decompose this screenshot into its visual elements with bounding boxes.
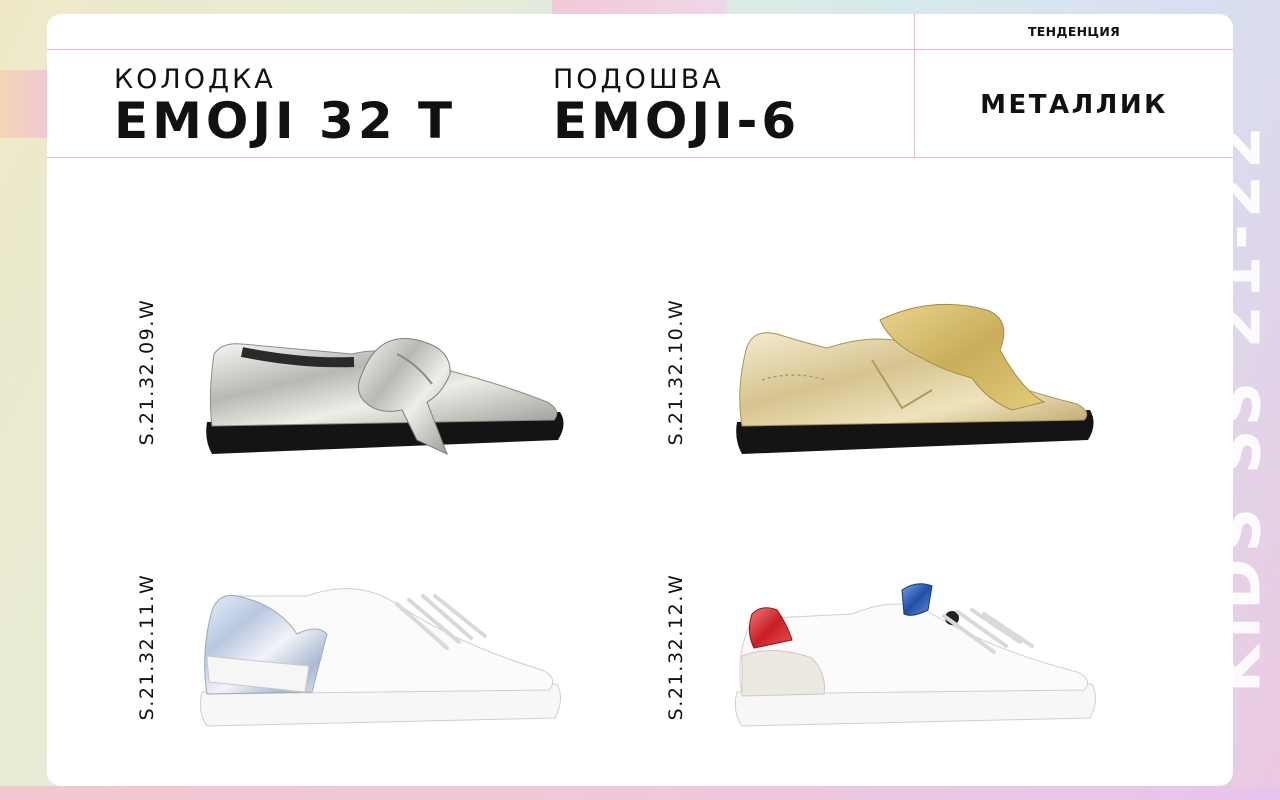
shoe-image-gold-sneaker [736, 303, 1094, 454]
shoe-image-white-holographic-sneaker [199, 588, 561, 727]
bottom-gradient-band [0, 786, 1280, 800]
product-sku: S.21.32.11.W [136, 573, 158, 721]
last-label: КОЛОДКА [114, 64, 276, 95]
product-sku: S.21.32.09.W [136, 298, 158, 446]
header-bottom-divider [47, 157, 1233, 158]
catalog-card: КОЛОДКА EMOJI 32 T ПОДОШВА EMOJI-6 ТЕНДЕ… [47, 14, 1233, 786]
product-sku: S.21.32.10.W [665, 298, 687, 446]
sole-value: EMOJI-6 [553, 92, 801, 150]
shoe-image-silver-slip-on [206, 337, 564, 455]
sole-label: ПОДОШВА [553, 64, 724, 95]
shoe-image-white-red-blue-sneaker [734, 583, 1096, 727]
trend-value: МЕТАЛЛИК [980, 90, 1168, 120]
last-value: EMOJI 32 T [114, 92, 457, 150]
trend-label: ТЕНДЕНЦИЯ [1027, 24, 1121, 39]
product-sku: S.21.32.12.W [665, 573, 687, 721]
header-top-divider [47, 49, 1233, 50]
